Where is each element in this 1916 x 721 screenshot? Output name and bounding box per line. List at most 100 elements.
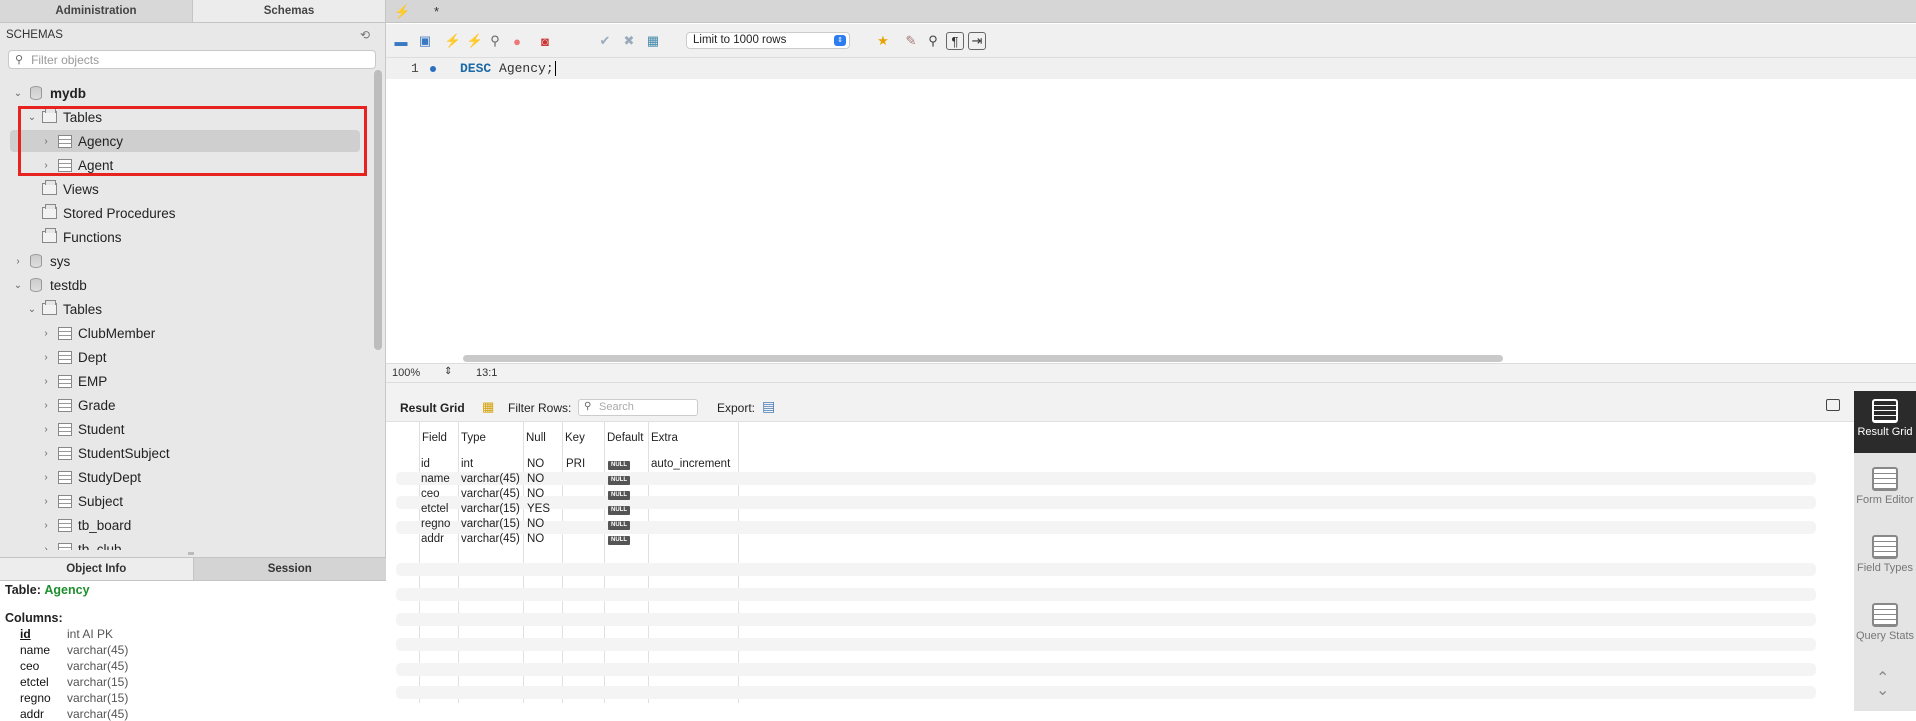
explain-icon[interactable]: ⚲ — [486, 32, 504, 50]
chevron-down-icon[interactable]: ⌄ — [26, 304, 38, 315]
execute-current-icon[interactable]: ⚡ — [466, 32, 484, 50]
tree-item-table[interactable]: › Student — [40, 418, 124, 440]
null-badge[interactable]: NULL — [608, 476, 630, 485]
scroll-arrows-icon[interactable]: ⌃ ⌄ — [1876, 671, 1889, 699]
tree-item-table[interactable]: › StudentSubject — [40, 442, 169, 464]
find-icon[interactable]: ⚲ — [924, 32, 942, 50]
column-header-type[interactable]: Type — [461, 432, 486, 444]
execute-icon[interactable]: ⚡ — [444, 32, 462, 50]
splitter-handle[interactable] — [188, 552, 194, 555]
splitter[interactable] — [386, 383, 1916, 391]
cell-type[interactable]: int — [461, 458, 473, 470]
form-editor-button[interactable]: Form Editor — [1854, 459, 1916, 521]
cell-null[interactable]: NO — [527, 518, 544, 530]
invisible-chars-icon[interactable]: ¶ — [946, 32, 964, 50]
column-header-null[interactable]: Null — [526, 432, 546, 444]
chevron-right-icon[interactable]: › — [40, 472, 52, 483]
autocommit-icon[interactable]: ▦ — [644, 32, 662, 50]
toggle-error-icon[interactable]: ◙ — [536, 32, 554, 50]
tab-schemas[interactable]: Schemas — [193, 0, 386, 22]
null-badge[interactable]: NULL — [608, 536, 630, 545]
chevron-right-icon[interactable]: › — [40, 544, 52, 551]
cell-field[interactable]: regno — [421, 518, 450, 530]
tree-item-table[interactable]: › ClubMember — [40, 322, 155, 344]
rollback-icon[interactable]: ✖ — [620, 32, 638, 50]
cell-null[interactable]: YES — [527, 503, 550, 515]
query-stats-button[interactable]: Query Stats — [1854, 595, 1916, 657]
tree-item-table[interactable]: › StudyDept — [40, 466, 141, 488]
tree-item-table[interactable]: › EMP — [40, 370, 107, 392]
chevron-right-icon[interactable]: › — [40, 520, 52, 531]
null-badge[interactable]: NULL — [608, 491, 630, 500]
column-header-extra[interactable]: Extra — [651, 432, 678, 444]
chevron-right-icon[interactable]: › — [12, 256, 24, 267]
null-badge[interactable]: NULL — [608, 521, 630, 530]
tab-object-info[interactable]: Object Info — [0, 558, 194, 580]
tree-item-mydb[interactable]: ⌄ mydb — [12, 82, 86, 104]
cell-type[interactable]: varchar(15) — [461, 518, 520, 530]
chevron-down-icon[interactable]: ⌄ — [12, 280, 24, 291]
result-grid-button[interactable]: Result Grid — [1854, 391, 1916, 453]
cell-type[interactable]: varchar(45) — [461, 533, 520, 545]
save-icon[interactable]: ▣ — [416, 32, 434, 50]
commit-icon[interactable]: ✔ — [596, 32, 614, 50]
cell-extra[interactable]: auto_increment — [651, 458, 730, 470]
zoom-stepper-icon[interactable]: ⇕ — [444, 366, 452, 377]
cell-key[interactable]: PRI — [566, 458, 585, 470]
tree-item-stored-procedures[interactable]: Stored Procedures — [38, 202, 176, 224]
filter-rows-input[interactable]: Search — [578, 399, 698, 416]
toggle-panel-icon[interactable] — [1826, 399, 1840, 411]
tree-item-table[interactable]: › Subject — [40, 490, 123, 512]
tree-item-testdb-tables[interactable]: ⌄ Tables — [26, 298, 102, 320]
cell-field[interactable]: etctel — [421, 503, 449, 515]
column-header-key[interactable]: Key — [565, 432, 585, 444]
chevron-right-icon[interactable]: › — [40, 448, 52, 459]
tree-item-table[interactable]: › tb_club — [40, 538, 122, 550]
cell-type[interactable]: varchar(45) — [461, 473, 520, 485]
open-file-icon[interactable]: ▬ — [392, 32, 410, 50]
null-badge[interactable]: NULL — [608, 461, 630, 470]
tree-item-views[interactable]: Views — [38, 178, 99, 200]
cell-type[interactable]: varchar(45) — [461, 488, 520, 500]
tab-modified-marker[interactable]: * — [434, 0, 439, 23]
editor-horizontal-scrollbar[interactable] — [463, 355, 1503, 362]
sql-editor[interactable] — [386, 58, 1916, 363]
export-icon[interactable]: ▤ — [762, 398, 775, 415]
cell-field[interactable]: name — [421, 473, 450, 485]
tree-item-table[interactable]: › Dept — [40, 346, 106, 368]
tree-item-testdb[interactable]: ⌄ testdb — [12, 274, 87, 296]
chevron-right-icon[interactable]: › — [40, 376, 52, 387]
refresh-icon[interactable]: ⟲ — [360, 28, 370, 42]
tab-query-lightning-icon[interactable]: ⚡ — [394, 0, 410, 23]
chevron-right-icon[interactable]: › — [40, 328, 52, 339]
null-badge[interactable]: NULL — [608, 506, 630, 515]
tree-item-functions[interactable]: Functions — [38, 226, 122, 248]
chevron-right-icon[interactable]: › — [40, 400, 52, 411]
cell-null[interactable]: NO — [527, 488, 544, 500]
tab-administration[interactable]: Administration — [0, 0, 193, 22]
filter-objects-input[interactable]: ⚲ Filter objects — [8, 50, 376, 69]
cell-null[interactable]: NO — [527, 533, 544, 545]
cell-type[interactable]: varchar(15) — [461, 503, 520, 515]
cell-null[interactable]: NO — [527, 458, 544, 470]
limit-rows-select[interactable]: Limit to 1000 rows ⇕ — [686, 32, 850, 49]
chevron-right-icon[interactable]: › — [40, 424, 52, 435]
add-snippet-icon[interactable]: ★ — [874, 32, 892, 50]
grid-icon[interactable]: ▦ — [482, 399, 494, 415]
tree-item-table[interactable]: › Grade — [40, 394, 115, 416]
tree-scrollbar[interactable] — [374, 70, 382, 350]
cell-field[interactable]: addr — [421, 533, 444, 545]
tree-item-sys[interactable]: › sys — [12, 250, 70, 272]
stop-icon[interactable]: ● — [508, 32, 526, 50]
field-types-button[interactable]: Field Types — [1854, 527, 1916, 589]
cell-null[interactable]: NO — [527, 473, 544, 485]
column-header-default[interactable]: Default — [607, 432, 643, 444]
tree-item-table[interactable]: › tb_board — [40, 514, 131, 536]
chevron-down-icon[interactable]: ⌄ — [12, 88, 24, 99]
tab-session[interactable]: Session — [193, 558, 386, 580]
beautify-icon[interactable]: ✎ — [902, 32, 920, 50]
chevron-right-icon[interactable]: › — [40, 496, 52, 507]
cell-field[interactable]: ceo — [421, 488, 440, 500]
code-line[interactable]: DESC Agency; — [460, 61, 556, 76]
chevron-right-icon[interactable]: › — [40, 352, 52, 363]
